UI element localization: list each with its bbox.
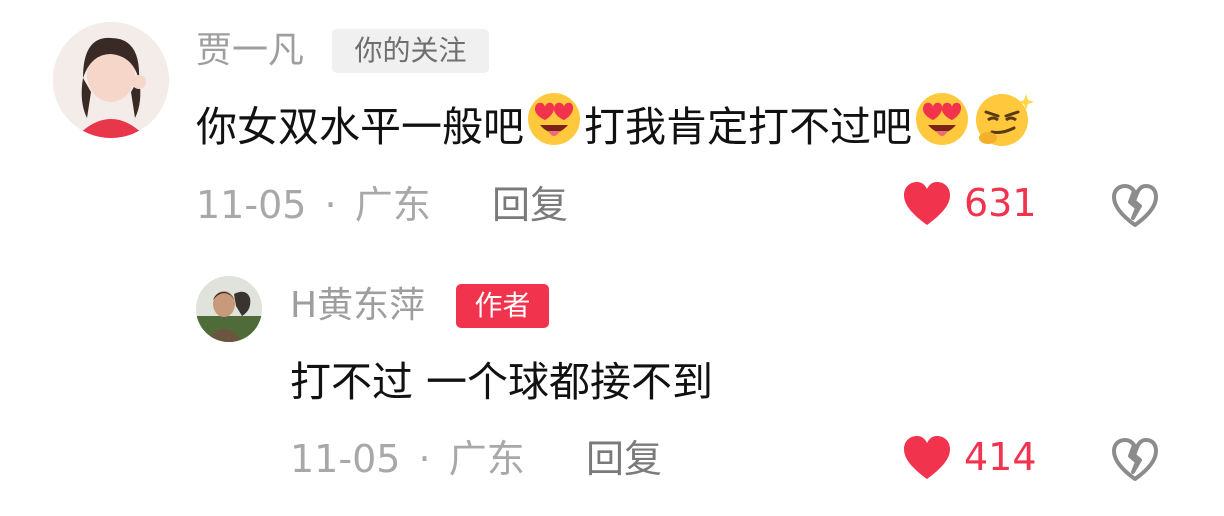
username[interactable]: 贾一凡 [196,28,304,74]
username[interactable]: H黄东萍 [290,283,425,329]
comment-item: 贾一凡 你的关注 你女双水平一般吧 打我肯定打不过吧 11-05 · 广东 回复 … [0,0,1224,260]
like-count: 414 [964,435,1037,479]
author-badge: 作者 [456,284,549,328]
comment-date: 11-05 [196,183,307,227]
heart-eyes-emoji [912,91,972,163]
reply-item: H黄东萍 作者 打不过 一个球都接不到 11-05 · 广东 回复 414 [0,260,1224,516]
reply-button[interactable]: 回复 [492,182,568,228]
broken-heart-icon [1110,438,1160,486]
comment-location: 广东 [354,183,431,227]
comment-text-part: 打我肯定打不过吧 [584,103,912,151]
comment-text-part: 你女双水平一般吧 [196,103,524,151]
smirk-emoji [972,90,1036,164]
like-button[interactable]: 631 [902,178,1042,232]
like-button[interactable]: 414 [902,432,1042,486]
dislike-button[interactable] [1110,182,1160,228]
heart-icon [902,435,952,485]
heart-eyes-emoji [524,91,584,163]
comment-location: 广东 [448,437,525,481]
avatar[interactable] [53,22,169,138]
comment-meta: 11-05 · 广东 [196,182,431,228]
reply-button[interactable]: 回复 [586,436,662,482]
broken-heart-icon [1110,184,1160,232]
reply-text: 打不过 一个球都接不到 [290,358,714,406]
dislike-button[interactable] [1110,436,1160,482]
comment-text: 你女双水平一般吧 打我肯定打不过吧 [196,93,1036,164]
comment-date: 11-05 [290,437,401,481]
meta-separator: · [418,437,431,481]
comment-meta: 11-05 · 广东 [290,436,525,482]
following-badge: 你的关注 [332,29,489,73]
like-count: 631 [964,181,1037,225]
avatar[interactable] [196,276,262,342]
heart-icon [902,181,952,231]
meta-separator: · [324,183,337,227]
